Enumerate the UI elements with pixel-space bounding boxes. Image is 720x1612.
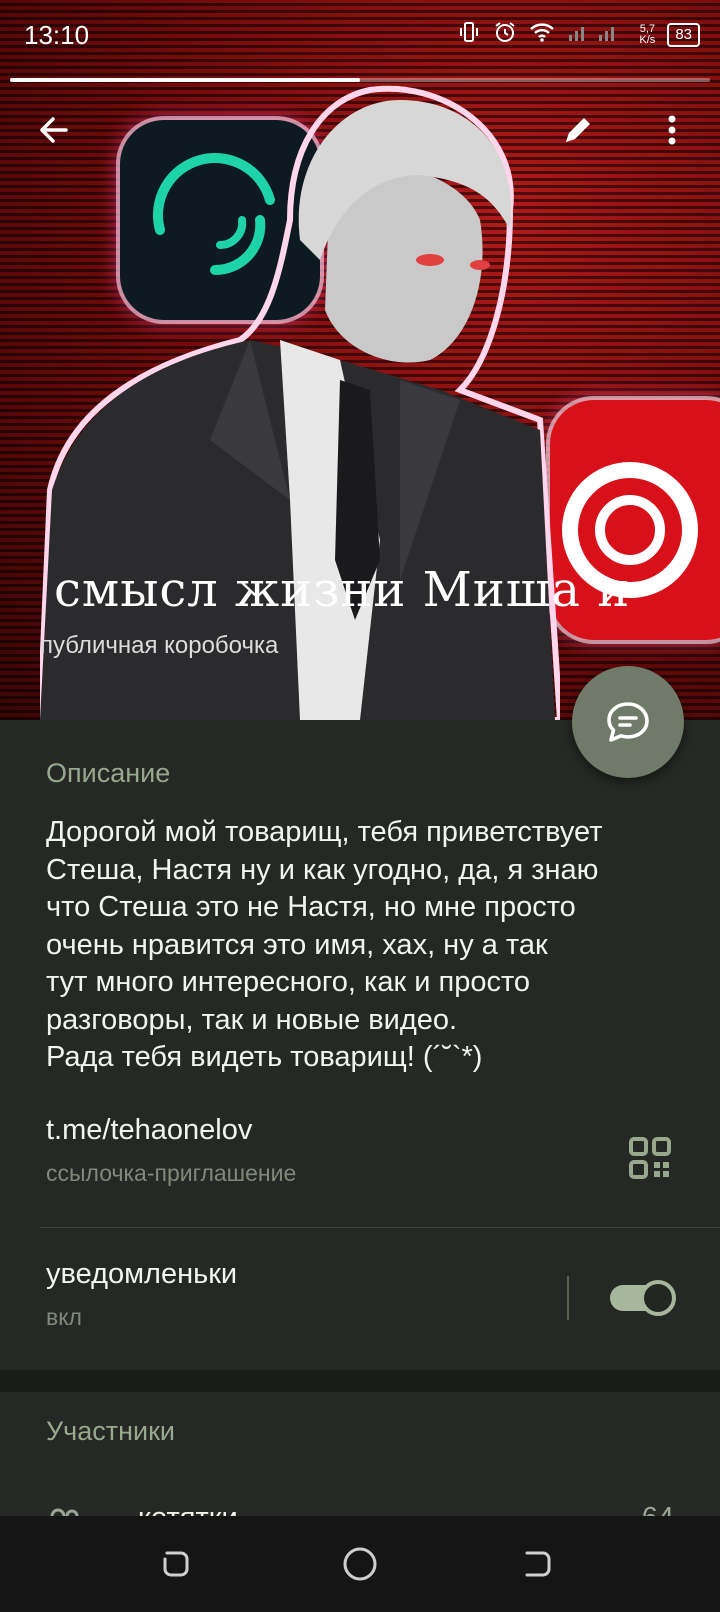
vertical-separator bbox=[567, 1276, 569, 1320]
status-icons: 5,7 K/s 83 bbox=[457, 20, 700, 50]
pencil-icon bbox=[566, 118, 590, 142]
notifications-label[interactable]: уведомленьки bbox=[46, 1258, 237, 1291]
wifi-icon bbox=[529, 21, 555, 49]
channel-subtitle: публичная коробочка bbox=[40, 632, 279, 659]
members-heading: Участники bbox=[46, 1416, 175, 1446]
qr-code-button[interactable] bbox=[628, 1136, 672, 1180]
channel-title: смысл жизни Миша и bbox=[54, 562, 631, 618]
divider bbox=[40, 1227, 720, 1228]
recents-icon bbox=[163, 1551, 189, 1577]
character-illustration bbox=[40, 85, 560, 720]
net-speed-unit: K/s bbox=[639, 34, 656, 46]
back-gesture-icon bbox=[525, 1551, 551, 1577]
more-button[interactable] bbox=[642, 100, 702, 160]
notifications-toggle[interactable] bbox=[610, 1280, 676, 1316]
arrow-left-icon bbox=[40, 117, 68, 143]
channel-info-panel: Описание Дорогой мой товарищ, тебя приве… bbox=[0, 720, 720, 1370]
channel-header: 13:10 5,7 K/s 83 смысл жизни Миша и публ… bbox=[0, 0, 720, 720]
chat-bubble-icon bbox=[607, 702, 649, 742]
description-heading: Описание bbox=[46, 758, 171, 788]
home-button[interactable] bbox=[340, 1544, 380, 1584]
story-progress-track bbox=[10, 78, 710, 82]
home-circle-icon bbox=[343, 1547, 377, 1581]
story-progress-fill bbox=[10, 78, 360, 82]
vibrate-icon bbox=[457, 20, 481, 50]
back-nav-button[interactable] bbox=[518, 1544, 558, 1584]
back-button[interactable] bbox=[24, 100, 84, 160]
toggle-knob bbox=[640, 1280, 676, 1316]
invite-link[interactable]: t.me/tehaonelov bbox=[46, 1114, 252, 1147]
battery-indicator: 83 bbox=[667, 23, 700, 47]
description-text: Дорогой мой товарищ, тебя приветствует С… bbox=[46, 816, 603, 1073]
chat-fab-button[interactable] bbox=[572, 666, 684, 778]
section-gap bbox=[0, 1370, 720, 1392]
system-nav-bar bbox=[0, 1516, 720, 1612]
status-time: 13:10 bbox=[24, 20, 90, 50]
notifications-state: вкл bbox=[46, 1304, 82, 1330]
qr-code-icon bbox=[629, 1137, 671, 1179]
net-speed: 5,7 K/s bbox=[639, 24, 655, 46]
more-vertical-icon bbox=[668, 115, 676, 145]
recents-button[interactable] bbox=[156, 1544, 196, 1584]
members-panel: Участники котятки 64 bbox=[0, 1392, 720, 1520]
status-bar: 13:10 5,7 K/s 83 bbox=[0, 0, 720, 70]
signal-icon bbox=[567, 21, 627, 49]
edit-button[interactable] bbox=[548, 100, 608, 160]
invite-link-label: ссылочка-приглашение bbox=[46, 1160, 297, 1186]
alarm-icon bbox=[493, 20, 517, 50]
